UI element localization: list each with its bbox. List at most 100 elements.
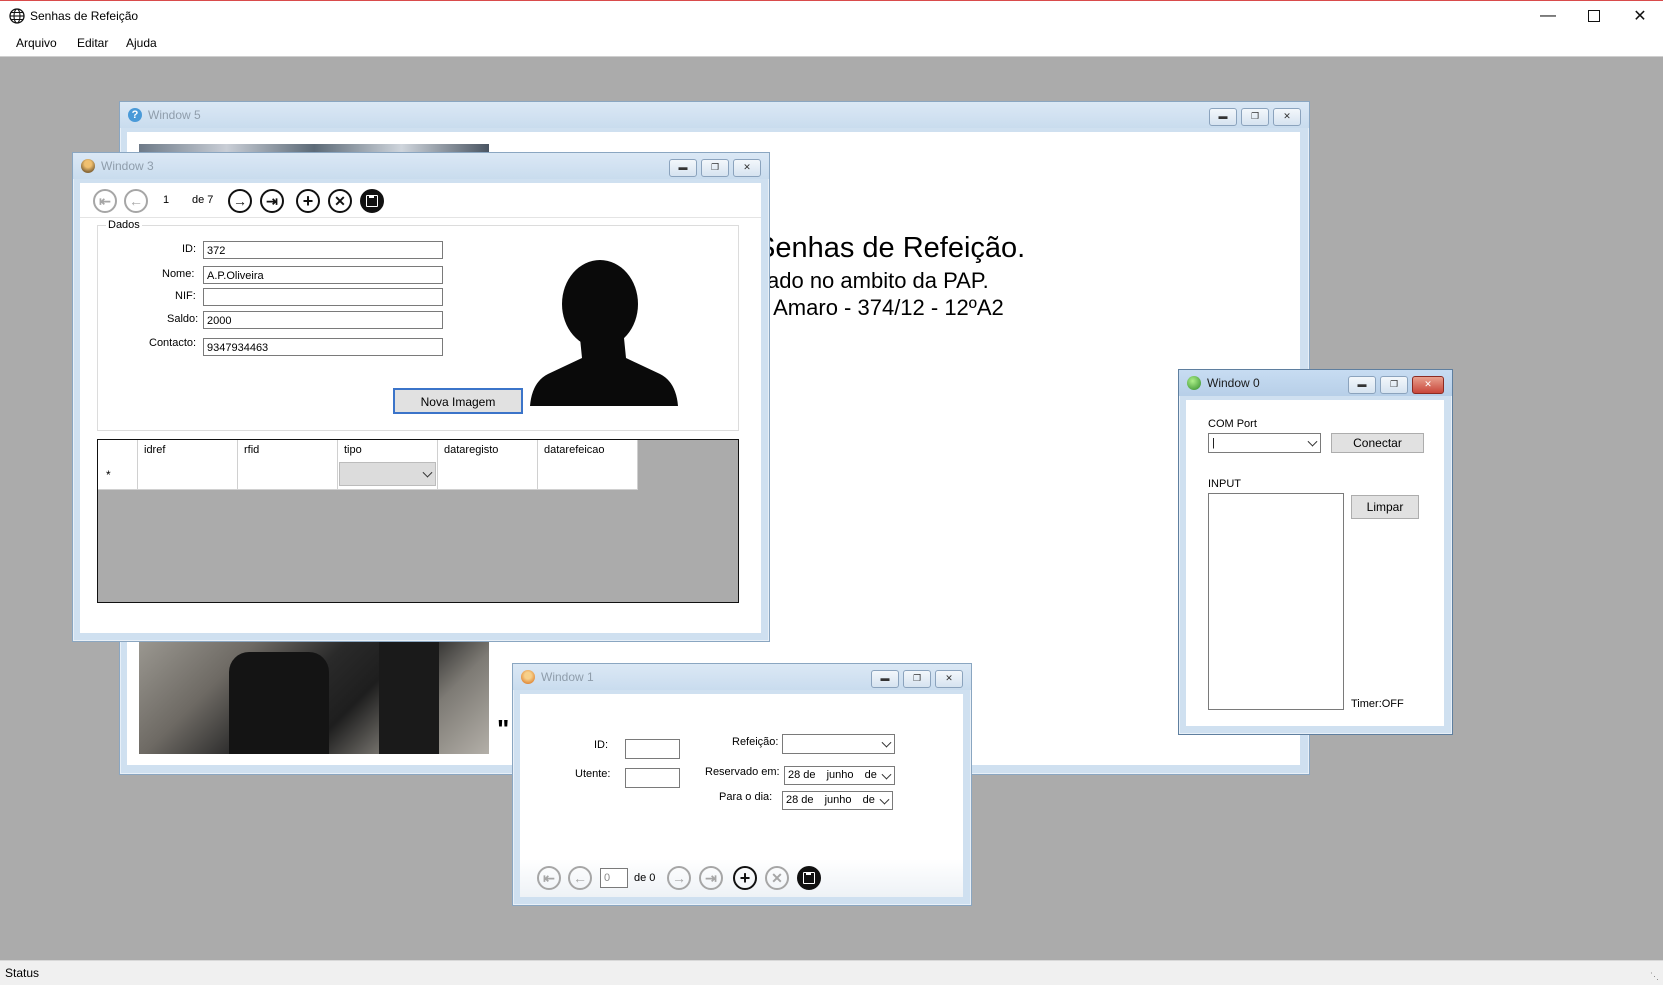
next-record-icon[interactable]: →: [228, 189, 252, 213]
para-o-dia-label: Para o dia:: [719, 791, 773, 803]
menu-editar[interactable]: Editar: [77, 36, 108, 50]
limpar-button[interactable]: Limpar: [1351, 495, 1419, 519]
column-header-idref[interactable]: idref: [138, 440, 238, 460]
column-header-tipo[interactable]: tipo: [338, 440, 438, 460]
app-title: Senhas de Refeição: [30, 9, 139, 23]
saldo-field[interactable]: 2000: [203, 311, 443, 329]
delete-record-icon[interactable]: ✕: [765, 866, 789, 890]
para-suffix: de: [862, 794, 875, 806]
input-textarea[interactable]: [1208, 493, 1344, 710]
window-5-titlebar[interactable]: ? Window 5 ▬ ❐ ✕: [120, 102, 1309, 128]
window-0-close-button[interactable]: ✕: [1412, 376, 1444, 394]
record-position[interactable]: 1: [163, 194, 169, 206]
nova-imagem-button[interactable]: Nova Imagem: [393, 388, 523, 414]
close-button[interactable]: ✕: [1617, 1, 1663, 31]
column-header-dataregisto[interactable]: dataregisto: [438, 440, 538, 460]
welcome-line-3: o Amaro - 374/12 - 12ºA2: [756, 295, 1004, 320]
nif-field[interactable]: [203, 288, 443, 306]
window-0-client: COM Port | Conectar INPUT Limpar Timer:O…: [1186, 400, 1444, 726]
window-1-navigator: ⇤ ← 0 de 0 → ⇥ + ✕: [520, 859, 963, 897]
records-datagrid[interactable]: idref rfid tipo dataregisto datarefeicao…: [97, 439, 739, 603]
new-row-tipo-cell[interactable]: [338, 460, 438, 490]
menu-bar: Arquivo Editar Ajuda: [0, 30, 1663, 57]
new-row-rfid-cell[interactable]: [238, 460, 338, 490]
last-record-icon[interactable]: ⇥: [260, 189, 284, 213]
window-0-minimize-button[interactable]: ▬: [1348, 376, 1376, 394]
window-0-restore-button[interactable]: ❐: [1380, 376, 1408, 394]
dados-label: Dados: [106, 219, 142, 231]
status-bar: Status ⋱: [0, 960, 1663, 985]
window-3[interactable]: Window 3 ▬ ❐ ✕ ⇤ ← 1 de 7 → ⇥ + ✕ Dados …: [72, 152, 770, 642]
column-header-rfid[interactable]: rfid: [238, 440, 338, 460]
add-record-icon[interactable]: +: [296, 189, 320, 213]
close-icon: ✕: [1633, 8, 1647, 25]
last-record-icon[interactable]: ⇥: [699, 866, 723, 890]
save-record-icon[interactable]: [797, 866, 821, 890]
welcome-heading: Senhas de Refeição.: [756, 232, 1026, 264]
window-1-restore-button[interactable]: ❐: [903, 670, 931, 688]
profile-silhouette-image: [528, 246, 680, 406]
new-row-dataregisto-cell[interactable]: [438, 460, 538, 490]
column-header-datarefeicao[interactable]: datarefeicao: [538, 440, 638, 460]
maximize-icon: [1588, 10, 1600, 22]
window-0-title: Window 0: [1207, 376, 1260, 390]
window-1-client: ID: Utente: Refeição: Reservado em: 28 d…: [520, 694, 963, 897]
new-row-idref-cell[interactable]: [138, 460, 238, 490]
timer-status: Timer:OFF: [1351, 698, 1404, 710]
background-photo: [139, 642, 489, 754]
previous-record-icon[interactable]: ←: [568, 866, 592, 890]
com-port-value: |: [1212, 437, 1215, 449]
window-1-minimize-button[interactable]: ▬: [871, 670, 899, 688]
next-record-icon[interactable]: →: [667, 866, 691, 890]
first-record-icon[interactable]: ⇤: [537, 866, 561, 890]
id-field[interactable]: 372: [203, 241, 443, 259]
para-o-dia-datepicker[interactable]: 28 de junho de: [782, 791, 893, 810]
window-3-minimize-button[interactable]: ▬: [669, 159, 697, 177]
window-5-minimize-button[interactable]: ▬: [1209, 108, 1237, 126]
record-count: de 0: [634, 872, 656, 884]
previous-record-icon[interactable]: ←: [124, 189, 148, 213]
new-row-datarefeicao-cell[interactable]: [538, 460, 638, 490]
status-text: Status: [5, 966, 40, 980]
id-field[interactable]: [625, 739, 680, 759]
contacto-field[interactable]: 9347934463: [203, 338, 443, 356]
reservado-em-datepicker[interactable]: 28 de junho de: [784, 766, 895, 785]
window-0[interactable]: Window 0 ▬ ❐ ✕ COM Port | Conectar INPUT…: [1178, 369, 1453, 735]
com-port-select[interactable]: |: [1208, 433, 1321, 453]
menu-arquivo[interactable]: Arquivo: [16, 36, 57, 50]
add-record-icon[interactable]: +: [733, 866, 757, 890]
conectar-button[interactable]: Conectar: [1331, 433, 1424, 453]
minimize-button[interactable]: —: [1525, 1, 1571, 31]
window-3-client: ⇤ ← 1 de 7 → ⇥ + ✕ Dados ID: 372 Nome: A…: [80, 183, 761, 633]
window-5-restore-button[interactable]: ❐: [1241, 108, 1269, 126]
first-record-icon[interactable]: ⇤: [93, 189, 117, 213]
window-1-close-button[interactable]: ✕: [935, 670, 963, 688]
window-5-close-button[interactable]: ✕: [1273, 108, 1301, 126]
delete-record-icon[interactable]: ✕: [328, 189, 352, 213]
resize-grip-icon[interactable]: ⋱: [1650, 971, 1659, 982]
record-position[interactable]: 0: [600, 868, 628, 888]
window-3-titlebar[interactable]: Window 3 ▬ ❐ ✕: [73, 153, 769, 179]
photo-figure: [229, 652, 329, 754]
refeicao-select[interactable]: [782, 734, 895, 754]
chevron-down-icon: [881, 769, 892, 780]
utente-field[interactable]: [625, 768, 680, 788]
chevron-down-icon: [879, 794, 890, 805]
window-1-titlebar[interactable]: Window 1 ▬ ❐ ✕: [513, 664, 971, 690]
input-label: INPUT: [1208, 478, 1241, 490]
minimize-icon: —: [1540, 7, 1556, 24]
save-record-icon[interactable]: [360, 189, 384, 213]
maximize-button[interactable]: [1571, 1, 1617, 31]
window-0-titlebar[interactable]: Window 0 ▬ ❐ ✕: [1179, 370, 1452, 396]
nome-field[interactable]: A.P.Oliveira: [203, 266, 443, 284]
reservado-month: junho: [826, 769, 854, 781]
contacto-label: Contacto:: [149, 337, 197, 349]
window-1-title: Window 1: [541, 670, 594, 684]
window-1[interactable]: Window 1 ▬ ❐ ✕ ID: Utente: Refeição: Res…: [512, 663, 972, 906]
chevron-down-icon: [422, 467, 433, 478]
window-3-close-button[interactable]: ✕: [733, 159, 761, 177]
tipo-combobox[interactable]: [339, 462, 436, 486]
menu-ajuda[interactable]: Ajuda: [126, 36, 157, 50]
window-3-restore-button[interactable]: ❐: [701, 159, 729, 177]
id-label: ID:: [594, 739, 609, 751]
